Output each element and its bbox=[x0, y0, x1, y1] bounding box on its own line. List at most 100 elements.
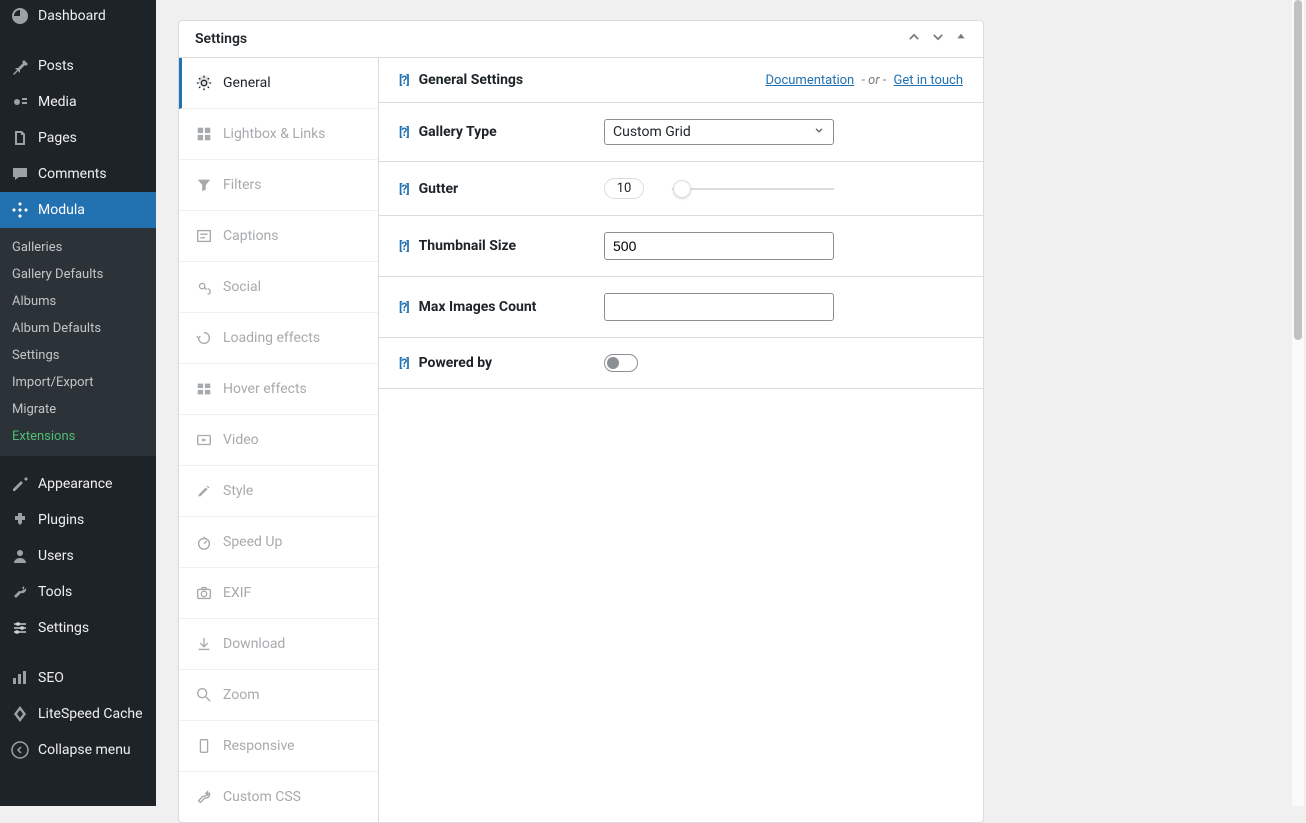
section-title: General Settings bbox=[419, 72, 524, 88]
max-images-input[interactable] bbox=[604, 293, 834, 321]
social-icon bbox=[195, 278, 213, 296]
vtab-filters[interactable]: Filters bbox=[179, 160, 378, 211]
sidebar-item-pages[interactable]: Pages bbox=[0, 120, 156, 156]
vtab-download[interactable]: Download bbox=[179, 619, 378, 670]
exif-icon bbox=[195, 584, 213, 602]
help-badge[interactable]: [?] bbox=[399, 182, 409, 196]
field-powered-by: [?] Powered by bbox=[379, 338, 983, 389]
sidebar-label: Tools bbox=[38, 584, 72, 600]
vtab-social[interactable]: Social bbox=[179, 262, 378, 313]
sidebar-sub-item-albums[interactable]: Albums bbox=[0, 288, 156, 315]
sidebar-label: Pages bbox=[38, 130, 77, 146]
settings-icon bbox=[10, 618, 30, 638]
vtab-loading-effects[interactable]: Loading effects bbox=[179, 313, 378, 364]
slider-thumb[interactable] bbox=[673, 180, 691, 198]
vtab-speed-up[interactable]: Speed Up bbox=[179, 517, 378, 568]
sidebar-item-tools[interactable]: Tools bbox=[0, 574, 156, 610]
documentation-link[interactable]: Documentation bbox=[766, 73, 855, 88]
tools-icon bbox=[10, 582, 30, 602]
help-badge[interactable]: [?] bbox=[399, 73, 409, 87]
sidebar-item-comments[interactable]: Comments bbox=[0, 156, 156, 192]
select-value: Custom Grid bbox=[613, 124, 691, 140]
seo-icon bbox=[10, 668, 30, 688]
sidebar-label: Dashboard bbox=[38, 8, 106, 24]
vtab-zoom[interactable]: Zoom bbox=[179, 670, 378, 721]
sidebar-sub-item-album-defaults[interactable]: Album Defaults bbox=[0, 315, 156, 342]
vtab-hover-effects[interactable]: Hover effects bbox=[179, 364, 378, 415]
panel-collapse-icon[interactable] bbox=[955, 30, 967, 48]
sidebar-label: Users bbox=[38, 548, 74, 564]
sidebar-sub-item-extensions[interactable]: Extensions bbox=[0, 423, 156, 450]
sidebar-sub-item-settings[interactable]: Settings bbox=[0, 342, 156, 369]
gallery-type-select[interactable]: Custom Grid bbox=[604, 119, 834, 145]
sidebar-item-appearance[interactable]: Appearance bbox=[0, 466, 156, 502]
vtab-style[interactable]: Style bbox=[179, 466, 378, 517]
vtab-captions[interactable]: Captions bbox=[179, 211, 378, 262]
lightbox-icon bbox=[195, 125, 213, 143]
sidebar-label: Appearance bbox=[38, 476, 112, 492]
vtab-label: Filters bbox=[223, 177, 262, 193]
field-label-text: Gallery Type bbox=[419, 124, 497, 140]
field-thumbnail-size: [?] Thumbnail Size bbox=[379, 216, 983, 277]
sidebar-sub-item-galleries[interactable]: Galleries bbox=[0, 234, 156, 261]
help-badge[interactable]: [?] bbox=[399, 300, 409, 314]
vtab-lightbox[interactable]: Lightbox & Links bbox=[179, 109, 378, 160]
gutter-value[interactable]: 10 bbox=[604, 178, 644, 199]
gear-icon bbox=[195, 74, 213, 92]
litespeed-icon bbox=[10, 704, 30, 724]
zoom-icon bbox=[195, 686, 213, 704]
vtab-label: Speed Up bbox=[223, 534, 282, 550]
panel-header: Settings bbox=[179, 21, 983, 58]
field-gutter: [?] Gutter 10 bbox=[379, 162, 983, 216]
vtab-label: Zoom bbox=[223, 687, 260, 703]
vtab-responsive[interactable]: Responsive bbox=[179, 721, 378, 772]
vtab-label: Custom CSS bbox=[223, 789, 301, 805]
appearance-icon bbox=[10, 474, 30, 494]
panel-header-icons bbox=[907, 30, 967, 48]
captions-icon bbox=[195, 227, 213, 245]
field-max-images: [?] Max Images Count bbox=[379, 277, 983, 338]
help-badge[interactable]: [?] bbox=[399, 239, 409, 253]
panel-up-icon[interactable] bbox=[907, 30, 921, 48]
scrollbar-thumb[interactable] bbox=[1294, 0, 1302, 340]
sidebar-sub-item-migrate[interactable]: Migrate bbox=[0, 396, 156, 423]
sidebar-item-posts[interactable]: Posts bbox=[0, 48, 156, 84]
sidebar-item-media[interactable]: Media bbox=[0, 84, 156, 120]
comments-icon bbox=[10, 164, 30, 184]
sidebar-item-users[interactable]: Users bbox=[0, 538, 156, 574]
modula-icon bbox=[10, 200, 30, 220]
or-separator: - or - bbox=[861, 73, 886, 88]
css-icon bbox=[195, 788, 213, 806]
gutter-slider[interactable] bbox=[672, 188, 834, 190]
sidebar-item-collapse[interactable]: Collapse menu bbox=[0, 732, 156, 768]
sidebar-sub-item-gallery-defaults[interactable]: Gallery Defaults bbox=[0, 261, 156, 288]
sidebar-label: SEO bbox=[38, 670, 64, 686]
settings-body: [?] General Settings Documentation - or … bbox=[379, 58, 983, 822]
sidebar-item-plugins[interactable]: Plugins bbox=[0, 502, 156, 538]
vtab-exif[interactable]: EXIF bbox=[179, 568, 378, 619]
sidebar-item-modula[interactable]: Modula bbox=[0, 192, 156, 228]
hover-icon bbox=[195, 380, 213, 398]
thumbnail-size-input[interactable] bbox=[604, 232, 834, 260]
sidebar-submenu-modula: Galleries Gallery Defaults Albums Album … bbox=[0, 228, 156, 456]
sidebar-item-litespeed[interactable]: LiteSpeed Cache bbox=[0, 696, 156, 732]
powered-by-toggle[interactable] bbox=[604, 354, 638, 372]
sidebar-item-dashboard[interactable]: Dashboard bbox=[0, 0, 156, 34]
help-badge[interactable]: [?] bbox=[399, 356, 409, 370]
sidebar-label: LiteSpeed Cache bbox=[38, 706, 143, 722]
field-label-text: Thumbnail Size bbox=[419, 238, 517, 254]
field-label-text: Max Images Count bbox=[419, 299, 537, 315]
get-in-touch-link[interactable]: Get in touch bbox=[894, 73, 963, 88]
help-badge[interactable]: [?] bbox=[399, 125, 409, 139]
page-scrollbar[interactable] bbox=[1292, 0, 1304, 806]
panel-body: General Lightbox & Links Filters Caption… bbox=[179, 58, 983, 822]
sidebar-item-settings[interactable]: Settings bbox=[0, 610, 156, 646]
panel-down-icon[interactable] bbox=[931, 30, 945, 48]
users-icon bbox=[10, 546, 30, 566]
sidebar-sub-item-import-export[interactable]: Import/Export bbox=[0, 369, 156, 396]
vtab-custom-css[interactable]: Custom CSS bbox=[179, 772, 378, 822]
admin-sidebar: Dashboard Posts Media Pages Comments Mod… bbox=[0, 0, 156, 806]
vtab-video[interactable]: Video bbox=[179, 415, 378, 466]
sidebar-item-seo[interactable]: SEO bbox=[0, 660, 156, 696]
vtab-general[interactable]: General bbox=[179, 58, 378, 109]
